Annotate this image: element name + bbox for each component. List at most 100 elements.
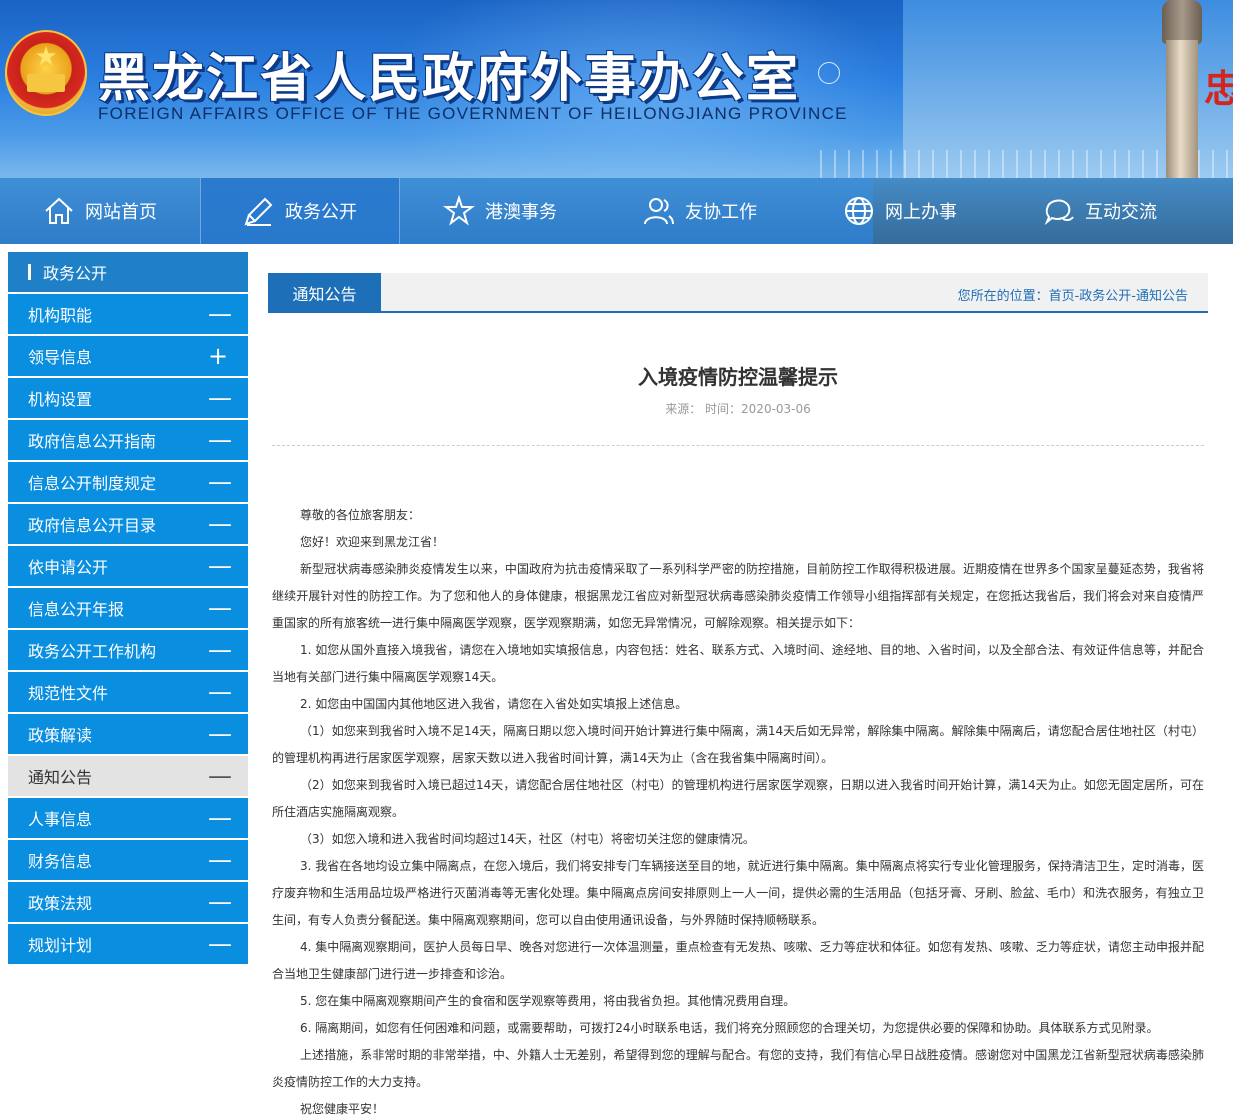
collapse-icon[interactable]: — xyxy=(208,554,232,578)
nav-item-online-service[interactable]: 网上办事 xyxy=(800,178,1000,244)
article-paragraph: （3）如您入境和进入我省时间均超过14天，社区（村屯）将密切关注您的健康情况。 xyxy=(300,832,755,846)
article-title: 入境疫情防控温馨提示 xyxy=(638,365,838,389)
article-paragraph: 新型冠状病毒感染肺炎疫情发生以来，中国政府为抗击疫情采取了一系列科学严密的防控措… xyxy=(272,562,1204,630)
main-content: 通知公告 您所在的位置：首页-政务公开-通知公告 入境疫情防控温馨提示 来源： … xyxy=(268,273,1208,1116)
heading-bar xyxy=(28,264,31,280)
sidebar-item-work-agency[interactable]: 政务公开工作机构 — xyxy=(8,630,248,670)
article-paragraph: 1. 如您从国外直接入境我省，请您在入境地如实填报信息，内容包括：姓名、联系方式… xyxy=(272,643,1204,684)
content-tabbar: 通知公告 您所在的位置：首页-政务公开-通知公告 xyxy=(268,273,1208,313)
sidebar-item-disclosure-catalog[interactable]: 政府信息公开目录 — xyxy=(8,504,248,544)
sidebar-item-label: 规划计划 xyxy=(28,936,93,955)
nav-label: 港澳事务 xyxy=(485,202,557,223)
sidebar-item-label: 政府信息公开指南 xyxy=(28,432,157,451)
collapse-icon[interactable]: — xyxy=(208,386,232,410)
sidebar-heading: 政务公开 xyxy=(8,252,248,292)
collapse-icon[interactable]: — xyxy=(208,638,232,662)
sidebar-item-label: 机构职能 xyxy=(28,306,93,325)
sidebar-item-disclosure-rules[interactable]: 信息公开制度规定 — xyxy=(8,462,248,502)
site-subtitle: FOREIGN AFFAIRS OFFICE OF THE GOVERNMENT… xyxy=(98,104,848,123)
sidebar-item-personnel[interactable]: 人事信息 — xyxy=(8,798,248,838)
sidebar-item-label: 人事信息 xyxy=(28,810,93,829)
breadcrumb[interactable]: 您所在的位置：首页-政务公开-通知公告 xyxy=(958,285,1188,304)
article-paragraph: 4. 集中隔离观察期间，医护人员每日早、晚各对您进行一次体温测量，重点检查有无发… xyxy=(272,940,1204,981)
monument-image xyxy=(1152,0,1212,178)
nav-label: 互动交流 xyxy=(1085,202,1157,223)
expand-icon[interactable]: + xyxy=(208,344,228,368)
nav-item-home[interactable]: 网站首页 xyxy=(0,178,200,244)
main-nav: 网站首页 政务公开 港澳事务 友协工作 网上办事 互动交流 xyxy=(0,178,1233,244)
article-paragraph: （2）如您来到我省时入境已超过14天，请您配合居住地社区（村屯）的管理机构进行居… xyxy=(272,778,1204,819)
ring-icon xyxy=(818,62,840,84)
nav-item-government-affairs[interactable]: 政务公开 xyxy=(200,178,400,244)
closing-line: 祝您健康平安！ xyxy=(300,1102,385,1116)
nav-item-friendship[interactable]: 友协工作 xyxy=(600,178,800,244)
article-paragraph: 3. 我省在各地均设立集中隔离点，在您入境后，我们将安排专门车辆接送至目的地，就… xyxy=(272,859,1204,927)
sidebar-item-functions[interactable]: 机构职能 — xyxy=(8,294,248,334)
collapse-icon[interactable]: — xyxy=(208,722,232,746)
collapse-icon[interactable]: — xyxy=(208,806,232,830)
collapse-icon[interactable]: — xyxy=(208,764,232,788)
tab-notices[interactable]: 通知公告 xyxy=(268,273,381,313)
sidebar-item-regulations[interactable]: 政策法规 — xyxy=(8,882,248,922)
sidebar: 政务公开 机构职能 — 领导信息 + 机构设置 — 政府信息公开指南 — 信息公开制度规… xyxy=(8,252,248,964)
collapse-icon[interactable]: — xyxy=(208,890,232,914)
slogan-fragment: 忠 xyxy=(1204,66,1233,111)
sidebar-item-planning[interactable]: 规划计划 — xyxy=(8,924,248,964)
collapse-icon[interactable]: — xyxy=(208,848,232,872)
collapse-icon[interactable]: — xyxy=(208,596,232,620)
sidebar-item-annual-report[interactable]: 信息公开年报 — xyxy=(8,588,248,628)
sidebar-item-disclosure-guide[interactable]: 政府信息公开指南 — xyxy=(8,420,248,460)
sidebar-item-leaders[interactable]: 领导信息 + xyxy=(8,336,248,376)
sidebar-item-label: 依申请公开 xyxy=(28,558,109,577)
collapse-icon[interactable]: — xyxy=(208,470,232,494)
greeting: 尊敬的各位旅客朋友： xyxy=(300,508,421,522)
national-emblem-icon: ★ xyxy=(5,30,87,116)
chat-icon xyxy=(1044,199,1074,226)
sidebar-item-label: 信息公开制度规定 xyxy=(28,474,157,493)
sidebar-item-label: 政府信息公开目录 xyxy=(28,516,157,535)
sidebar-item-label: 政策法规 xyxy=(28,894,93,913)
sidebar-heading-label: 政务公开 xyxy=(43,264,108,283)
sidebar-item-normative-docs[interactable]: 规范性文件 — xyxy=(8,672,248,712)
collapse-icon[interactable]: — xyxy=(208,932,232,956)
people-icon xyxy=(644,198,674,225)
nav-label: 网站首页 xyxy=(85,202,157,223)
nav-item-interaction[interactable]: 互动交流 xyxy=(1000,178,1200,244)
article-paragraph: 5. 您在集中隔离观察期间产生的食宿和医学观察等费用，将由我省负担。其他情况费用… xyxy=(300,994,796,1008)
globe-icon xyxy=(845,197,873,225)
star-icon xyxy=(443,195,475,226)
sidebar-item-finance[interactable]: 财务信息 — xyxy=(8,840,248,880)
nav-label: 网上办事 xyxy=(885,202,957,223)
sidebar-item-label: 机构设置 xyxy=(28,390,93,409)
article-paragraph: 6. 隔离期间，如您有任何困难和问题，或需要帮助，可拨打24小时联系电话，我们将… xyxy=(300,1021,1159,1035)
collapse-icon[interactable]: — xyxy=(208,428,232,452)
sidebar-item-label: 规范性文件 xyxy=(28,684,109,703)
header-banner: ★ 黑龙江省人民政府外事办公室 FOREIGN AFFAIRS OFFICE O… xyxy=(0,0,1233,178)
article-divider xyxy=(272,445,1204,446)
nav-label: 政务公开 xyxy=(285,202,357,223)
sidebar-item-label: 信息公开年报 xyxy=(28,600,125,619)
site-title[interactable]: 黑龙江省人民政府外事办公室 xyxy=(98,36,800,111)
article-body: 尊敬的各位旅客朋友： 您好！欢迎来到黑龙江省！ 新型冠状病毒感染肺炎疫情发生以来… xyxy=(268,502,1208,1116)
sidebar-item-label: 通知公告 xyxy=(28,768,93,787)
article-paragraph: （1）如您来到我省时入境不足14天，隔离日期以您入境时间开始计算进行集中隔离，满… xyxy=(272,724,1204,765)
collapse-icon[interactable]: — xyxy=(208,680,232,704)
sidebar-item-label: 政务公开工作机构 xyxy=(28,642,157,661)
nav-label: 友协工作 xyxy=(685,202,757,223)
sidebar-item-label: 领导信息 xyxy=(28,348,93,367)
article-paragraph: 上述措施，系非常时期的非常举措，中、外籍人士无差别，希望得到您的理解与配合。有您… xyxy=(272,1048,1204,1089)
home-icon xyxy=(45,197,73,224)
sidebar-item-notices[interactable]: 通知公告 — xyxy=(8,756,248,796)
sidebar-item-organization[interactable]: 机构设置 — xyxy=(8,378,248,418)
collapse-icon[interactable]: — xyxy=(208,302,232,326)
nav-item-hk-macao[interactable]: 港澳事务 xyxy=(400,178,600,244)
article-meta: 来源： 时间：2020-03-06 xyxy=(665,402,811,416)
sidebar-item-label: 财务信息 xyxy=(28,852,93,871)
sidebar-item-on-request[interactable]: 依申请公开 — xyxy=(8,546,248,586)
collapse-icon[interactable]: — xyxy=(208,512,232,536)
article-paragraph: 2. 如您由中国国内其他地区进入我省，请您在入省处如实填报上述信息。 xyxy=(300,697,688,711)
pen-icon xyxy=(244,197,273,226)
sidebar-item-label: 政策解读 xyxy=(28,726,93,745)
sidebar-item-policy-interpretation[interactable]: 政策解读 — xyxy=(8,714,248,754)
welcome-line: 您好！欢迎来到黑龙江省！ xyxy=(300,535,445,549)
